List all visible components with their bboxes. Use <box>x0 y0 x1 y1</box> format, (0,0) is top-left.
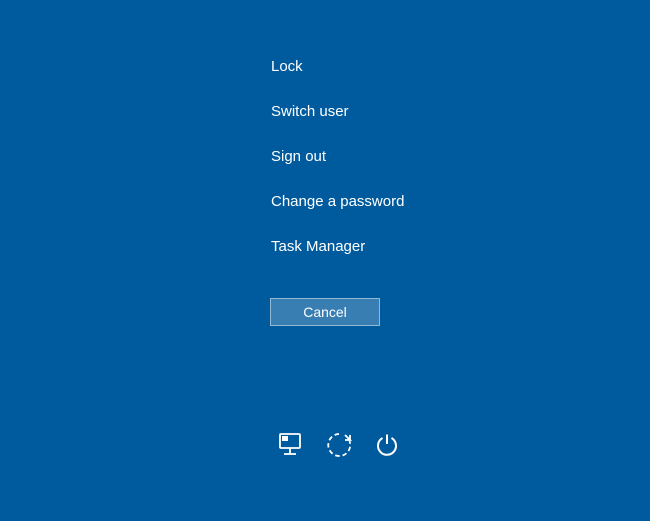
menu-item-switch-user[interactable]: Switch user <box>271 103 404 120</box>
footer-icons <box>277 431 401 459</box>
menu-item-sign-out[interactable]: Sign out <box>271 148 404 165</box>
cancel-button[interactable]: Cancel <box>270 298 380 326</box>
menu-item-lock[interactable]: Lock <box>271 58 404 75</box>
power-icon[interactable] <box>373 431 401 459</box>
menu-item-task-manager[interactable]: Task Manager <box>271 238 404 255</box>
security-options-menu: Lock Switch user Sign out Change a passw… <box>271 58 404 283</box>
menu-item-change-password[interactable]: Change a password <box>271 193 404 210</box>
network-icon[interactable] <box>277 431 305 459</box>
ease-of-access-icon[interactable] <box>325 431 353 459</box>
